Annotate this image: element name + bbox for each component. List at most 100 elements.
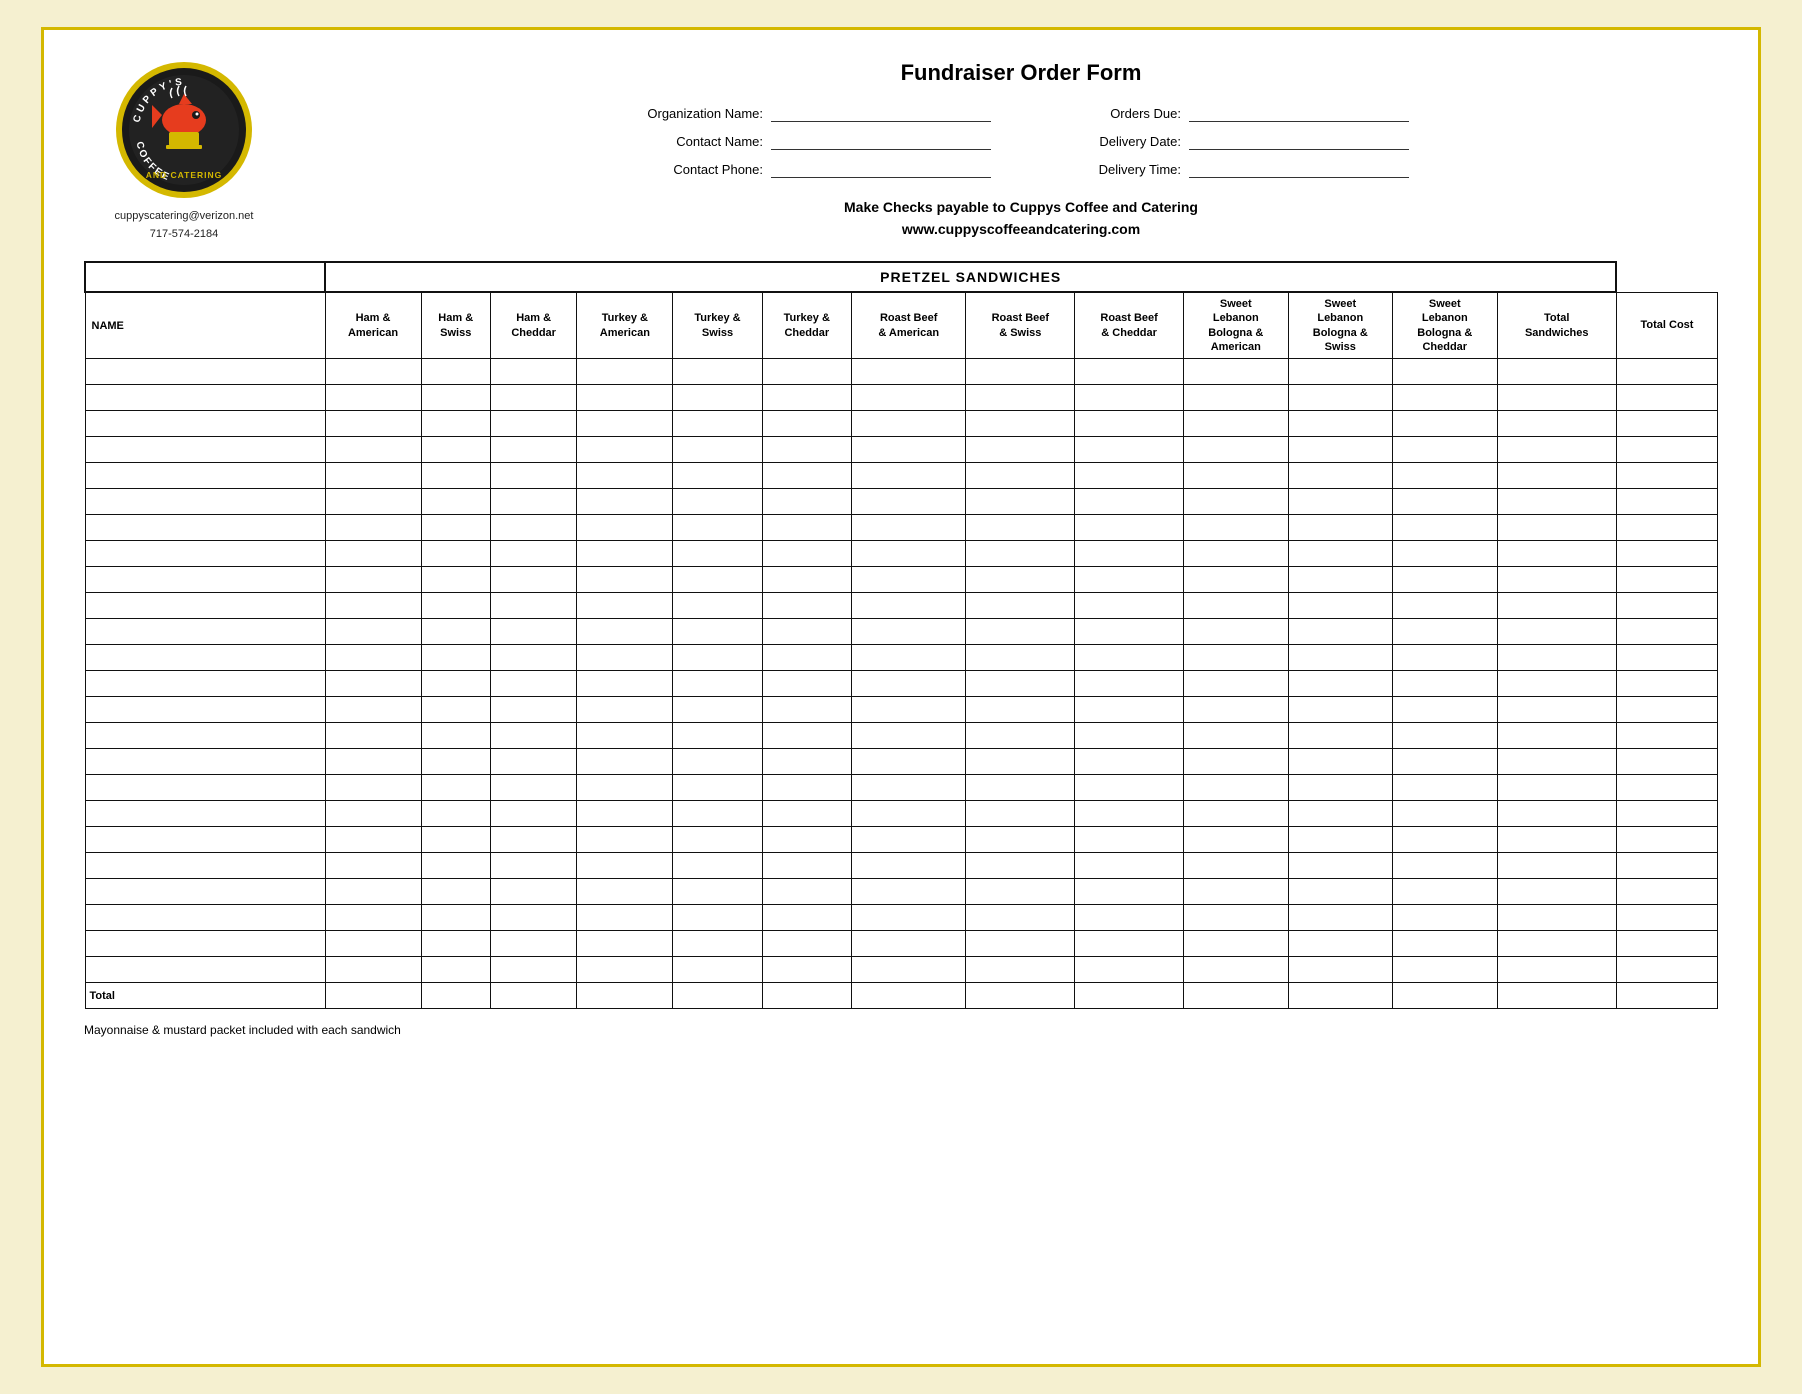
data-cell[interactable] bbox=[325, 723, 421, 749]
data-cell[interactable] bbox=[966, 515, 1075, 541]
data-cell[interactable] bbox=[762, 905, 851, 931]
data-cell[interactable] bbox=[490, 593, 576, 619]
data-cell[interactable] bbox=[673, 853, 762, 879]
data-cell[interactable] bbox=[1393, 957, 1498, 983]
data-cell[interactable] bbox=[490, 463, 576, 489]
data-cell[interactable] bbox=[1075, 723, 1184, 749]
data-cell[interactable] bbox=[966, 749, 1075, 775]
data-cell[interactable] bbox=[851, 801, 965, 827]
data-cell[interactable] bbox=[762, 359, 851, 385]
total-cell[interactable] bbox=[966, 983, 1075, 1009]
data-cell[interactable] bbox=[673, 437, 762, 463]
data-cell[interactable] bbox=[1616, 385, 1717, 411]
data-cell[interactable] bbox=[762, 671, 851, 697]
data-cell[interactable] bbox=[851, 775, 965, 801]
data-cell[interactable] bbox=[851, 593, 965, 619]
data-cell[interactable] bbox=[421, 437, 490, 463]
data-cell[interactable] bbox=[762, 411, 851, 437]
name-cell[interactable] bbox=[85, 619, 325, 645]
data-cell[interactable] bbox=[490, 411, 576, 437]
data-cell[interactable] bbox=[1616, 957, 1717, 983]
delivery-date-input[interactable] bbox=[1189, 132, 1409, 150]
name-cell[interactable] bbox=[85, 515, 325, 541]
data-cell[interactable] bbox=[966, 957, 1075, 983]
data-cell[interactable] bbox=[966, 671, 1075, 697]
data-cell[interactable] bbox=[1616, 541, 1717, 567]
data-cell[interactable] bbox=[577, 593, 673, 619]
data-cell[interactable] bbox=[1616, 749, 1717, 775]
data-cell[interactable] bbox=[1184, 671, 1289, 697]
data-cell[interactable] bbox=[421, 593, 490, 619]
data-cell[interactable] bbox=[851, 567, 965, 593]
data-cell[interactable] bbox=[1497, 619, 1616, 645]
data-cell[interactable] bbox=[762, 775, 851, 801]
data-cell[interactable] bbox=[1075, 489, 1184, 515]
data-cell[interactable] bbox=[762, 879, 851, 905]
data-cell[interactable] bbox=[762, 463, 851, 489]
data-cell[interactable] bbox=[1497, 749, 1616, 775]
data-cell[interactable] bbox=[966, 385, 1075, 411]
data-cell[interactable] bbox=[673, 593, 762, 619]
name-cell[interactable] bbox=[85, 437, 325, 463]
data-cell[interactable] bbox=[1184, 593, 1289, 619]
data-cell[interactable] bbox=[966, 411, 1075, 437]
data-cell[interactable] bbox=[1184, 827, 1289, 853]
data-cell[interactable] bbox=[851, 749, 965, 775]
data-cell[interactable] bbox=[851, 723, 965, 749]
data-cell[interactable] bbox=[1393, 697, 1498, 723]
data-cell[interactable] bbox=[1184, 515, 1289, 541]
data-cell[interactable] bbox=[1393, 931, 1498, 957]
data-cell[interactable] bbox=[966, 489, 1075, 515]
name-cell[interactable] bbox=[85, 853, 325, 879]
data-cell[interactable] bbox=[1497, 775, 1616, 801]
data-cell[interactable] bbox=[421, 411, 490, 437]
data-cell[interactable] bbox=[1497, 515, 1616, 541]
data-cell[interactable] bbox=[490, 541, 576, 567]
data-cell[interactable] bbox=[325, 749, 421, 775]
data-cell[interactable] bbox=[1497, 645, 1616, 671]
data-cell[interactable] bbox=[966, 827, 1075, 853]
data-cell[interactable] bbox=[490, 957, 576, 983]
data-cell[interactable] bbox=[762, 957, 851, 983]
data-cell[interactable] bbox=[421, 957, 490, 983]
data-cell[interactable] bbox=[1497, 489, 1616, 515]
data-cell[interactable] bbox=[490, 671, 576, 697]
data-cell[interactable] bbox=[1497, 957, 1616, 983]
data-cell[interactable] bbox=[1184, 489, 1289, 515]
data-cell[interactable] bbox=[325, 853, 421, 879]
data-cell[interactable] bbox=[1184, 619, 1289, 645]
name-cell[interactable] bbox=[85, 957, 325, 983]
data-cell[interactable] bbox=[1497, 593, 1616, 619]
data-cell[interactable] bbox=[1393, 385, 1498, 411]
data-cell[interactable] bbox=[1075, 801, 1184, 827]
data-cell[interactable] bbox=[1497, 853, 1616, 879]
data-cell[interactable] bbox=[1075, 853, 1184, 879]
total-cell[interactable] bbox=[577, 983, 673, 1009]
data-cell[interactable] bbox=[1497, 723, 1616, 749]
data-cell[interactable] bbox=[1288, 359, 1393, 385]
data-cell[interactable] bbox=[325, 931, 421, 957]
data-cell[interactable] bbox=[325, 567, 421, 593]
data-cell[interactable] bbox=[851, 827, 965, 853]
data-cell[interactable] bbox=[1288, 853, 1393, 879]
data-cell[interactable] bbox=[490, 801, 576, 827]
data-cell[interactable] bbox=[1393, 645, 1498, 671]
data-cell[interactable] bbox=[577, 385, 673, 411]
total-cell[interactable] bbox=[762, 983, 851, 1009]
data-cell[interactable] bbox=[966, 853, 1075, 879]
data-cell[interactable] bbox=[325, 619, 421, 645]
data-cell[interactable] bbox=[421, 645, 490, 671]
data-cell[interactable] bbox=[421, 541, 490, 567]
data-cell[interactable] bbox=[490, 489, 576, 515]
data-cell[interactable] bbox=[966, 801, 1075, 827]
data-cell[interactable] bbox=[851, 515, 965, 541]
name-cell[interactable] bbox=[85, 359, 325, 385]
data-cell[interactable] bbox=[1497, 801, 1616, 827]
data-cell[interactable] bbox=[577, 437, 673, 463]
data-cell[interactable] bbox=[1616, 411, 1717, 437]
data-cell[interactable] bbox=[1393, 879, 1498, 905]
data-cell[interactable] bbox=[1288, 801, 1393, 827]
data-cell[interactable] bbox=[851, 853, 965, 879]
total-cell[interactable] bbox=[325, 983, 421, 1009]
data-cell[interactable] bbox=[421, 749, 490, 775]
